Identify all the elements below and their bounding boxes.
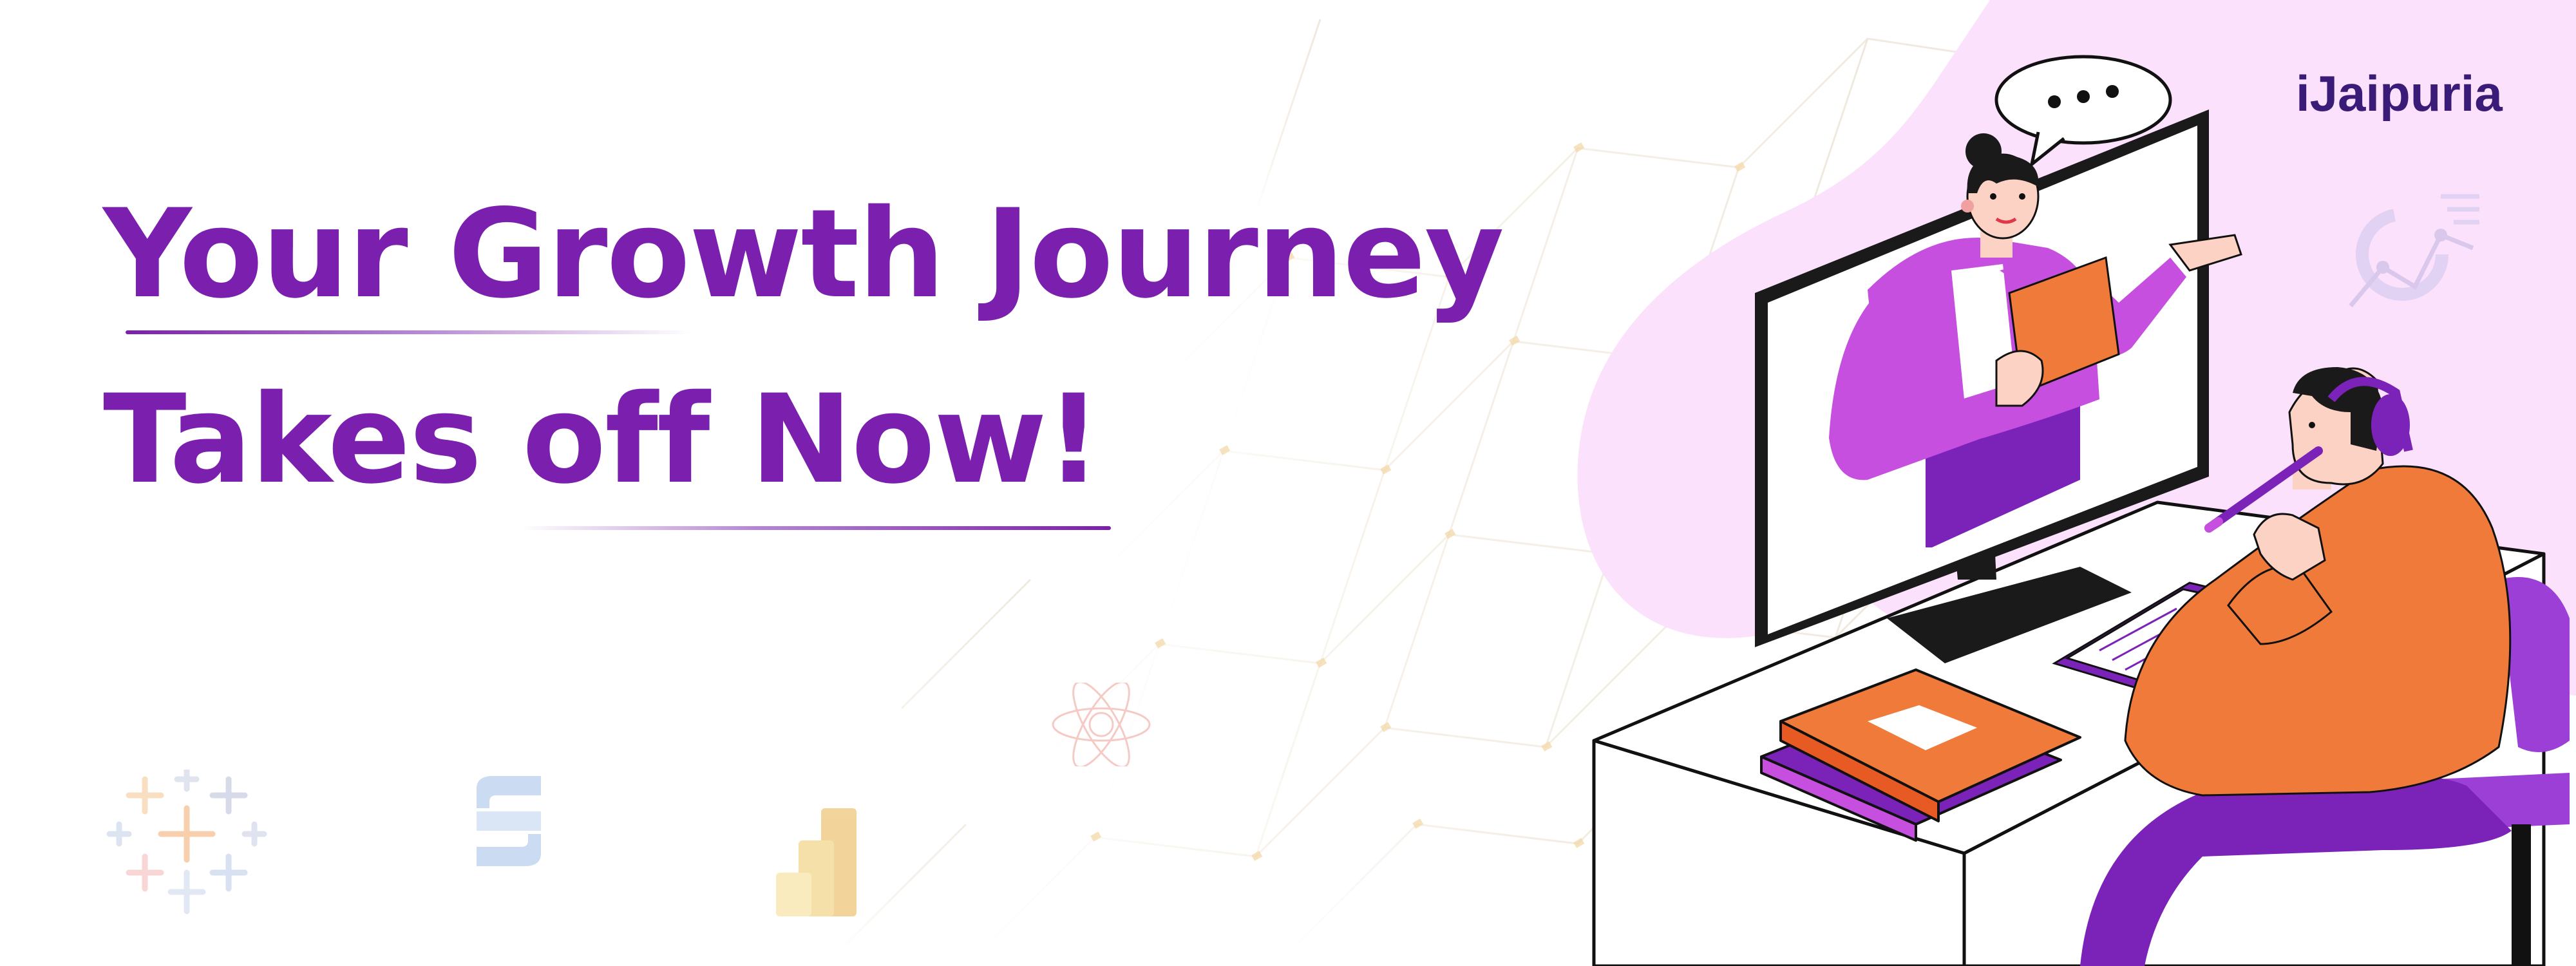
online-learning-illustration (1592, 55, 2570, 966)
hero-banner: Your Growth Journey Takes off Now! iJaip… (0, 0, 2576, 966)
